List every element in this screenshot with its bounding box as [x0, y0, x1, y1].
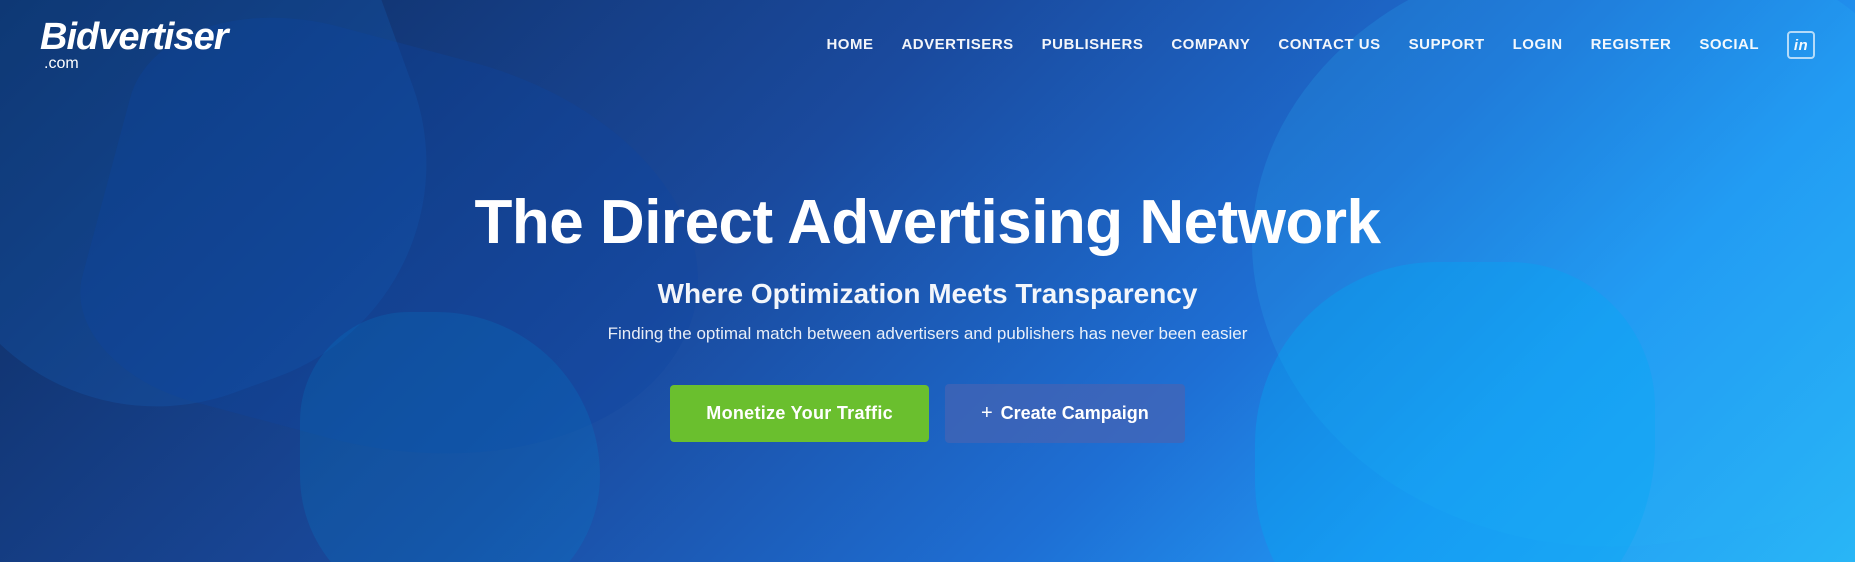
hero-buttons: Monetize Your Traffic + Create Campaign	[670, 384, 1184, 443]
nav-item-advertisers[interactable]: ADVERTISERS	[901, 36, 1013, 54]
nav-item-linkedin[interactable]: in	[1787, 31, 1815, 59]
create-campaign-button[interactable]: + Create Campaign	[945, 384, 1185, 443]
hero-content: The Direct Advertising Network Where Opt…	[0, 70, 1855, 562]
nav-link-company[interactable]: COMPANY	[1171, 36, 1250, 53]
nav-item-contact[interactable]: CONTACT US	[1278, 36, 1380, 54]
nav-item-publishers[interactable]: PUBLISHERS	[1042, 36, 1144, 54]
nav-link-home[interactable]: HOME	[826, 36, 873, 53]
nav-item-support[interactable]: SUPPORT	[1409, 36, 1485, 54]
hero-subtitle: Where Optimization Meets Transparency	[658, 278, 1198, 310]
logo-name: Bidvertiser	[40, 18, 228, 56]
nav-item-company[interactable]: COMPANY	[1171, 36, 1250, 54]
nav-item-login[interactable]: LOGIN	[1513, 36, 1563, 54]
hero-title: The Direct Advertising Network	[474, 189, 1380, 257]
nav-link-social[interactable]: SOCIAL	[1699, 36, 1759, 53]
nav-link-advertisers[interactable]: ADVERTISERS	[901, 36, 1013, 53]
nav-item-home[interactable]: HOME	[826, 36, 873, 54]
hero-section: Bidvertiser .com HOME ADVERTISERS PUBLIS…	[0, 0, 1855, 562]
nav-item-register[interactable]: REGISTER	[1591, 36, 1672, 54]
campaign-button-label: Create Campaign	[1001, 403, 1149, 424]
nav-link-contact[interactable]: CONTACT US	[1278, 36, 1380, 53]
hero-description: Finding the optimal match between advert…	[608, 324, 1248, 344]
campaign-plus-icon: +	[981, 402, 993, 425]
nav-link-support[interactable]: SUPPORT	[1409, 36, 1485, 53]
nav-link-register[interactable]: REGISTER	[1591, 36, 1672, 53]
monetize-button[interactable]: Monetize Your Traffic	[670, 385, 929, 442]
linkedin-icon[interactable]: in	[1787, 31, 1815, 59]
nav-link-publishers[interactable]: PUBLISHERS	[1042, 36, 1144, 53]
nav-item-social[interactable]: SOCIAL	[1699, 36, 1759, 54]
nav-links: HOME ADVERTISERS PUBLISHERS COMPANY CONT…	[826, 31, 1815, 59]
nav-link-login[interactable]: LOGIN	[1513, 36, 1563, 53]
logo[interactable]: Bidvertiser .com	[40, 18, 228, 72]
